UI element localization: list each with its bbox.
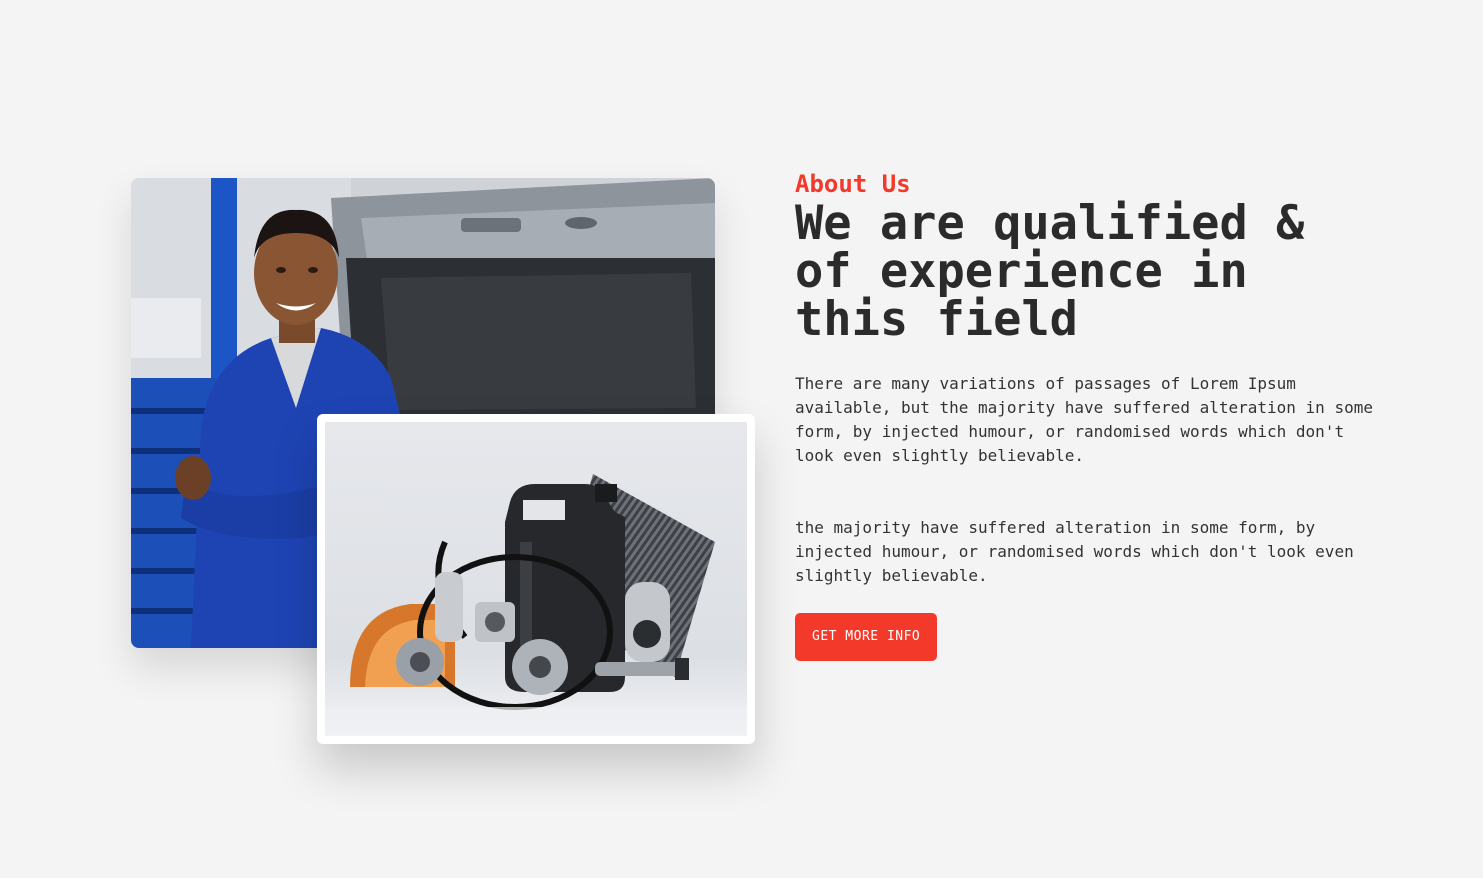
about-content: About Us We are qualified & of experienc… — [795, 168, 1385, 661]
about-paragraph-2: the majority have suffered alteration in… — [795, 518, 1354, 585]
about-section: About Us We are qualified & of experienc… — [0, 0, 1483, 878]
car-parts-photo-frame — [317, 414, 755, 744]
about-paragraph-1: There are many variations of passages of… — [795, 374, 1373, 465]
get-more-info-button[interactable]: GET MORE INFO — [795, 613, 938, 661]
section-heading: We are qualified & of experience in this… — [795, 196, 1305, 347]
car-parts-photo — [325, 422, 747, 736]
